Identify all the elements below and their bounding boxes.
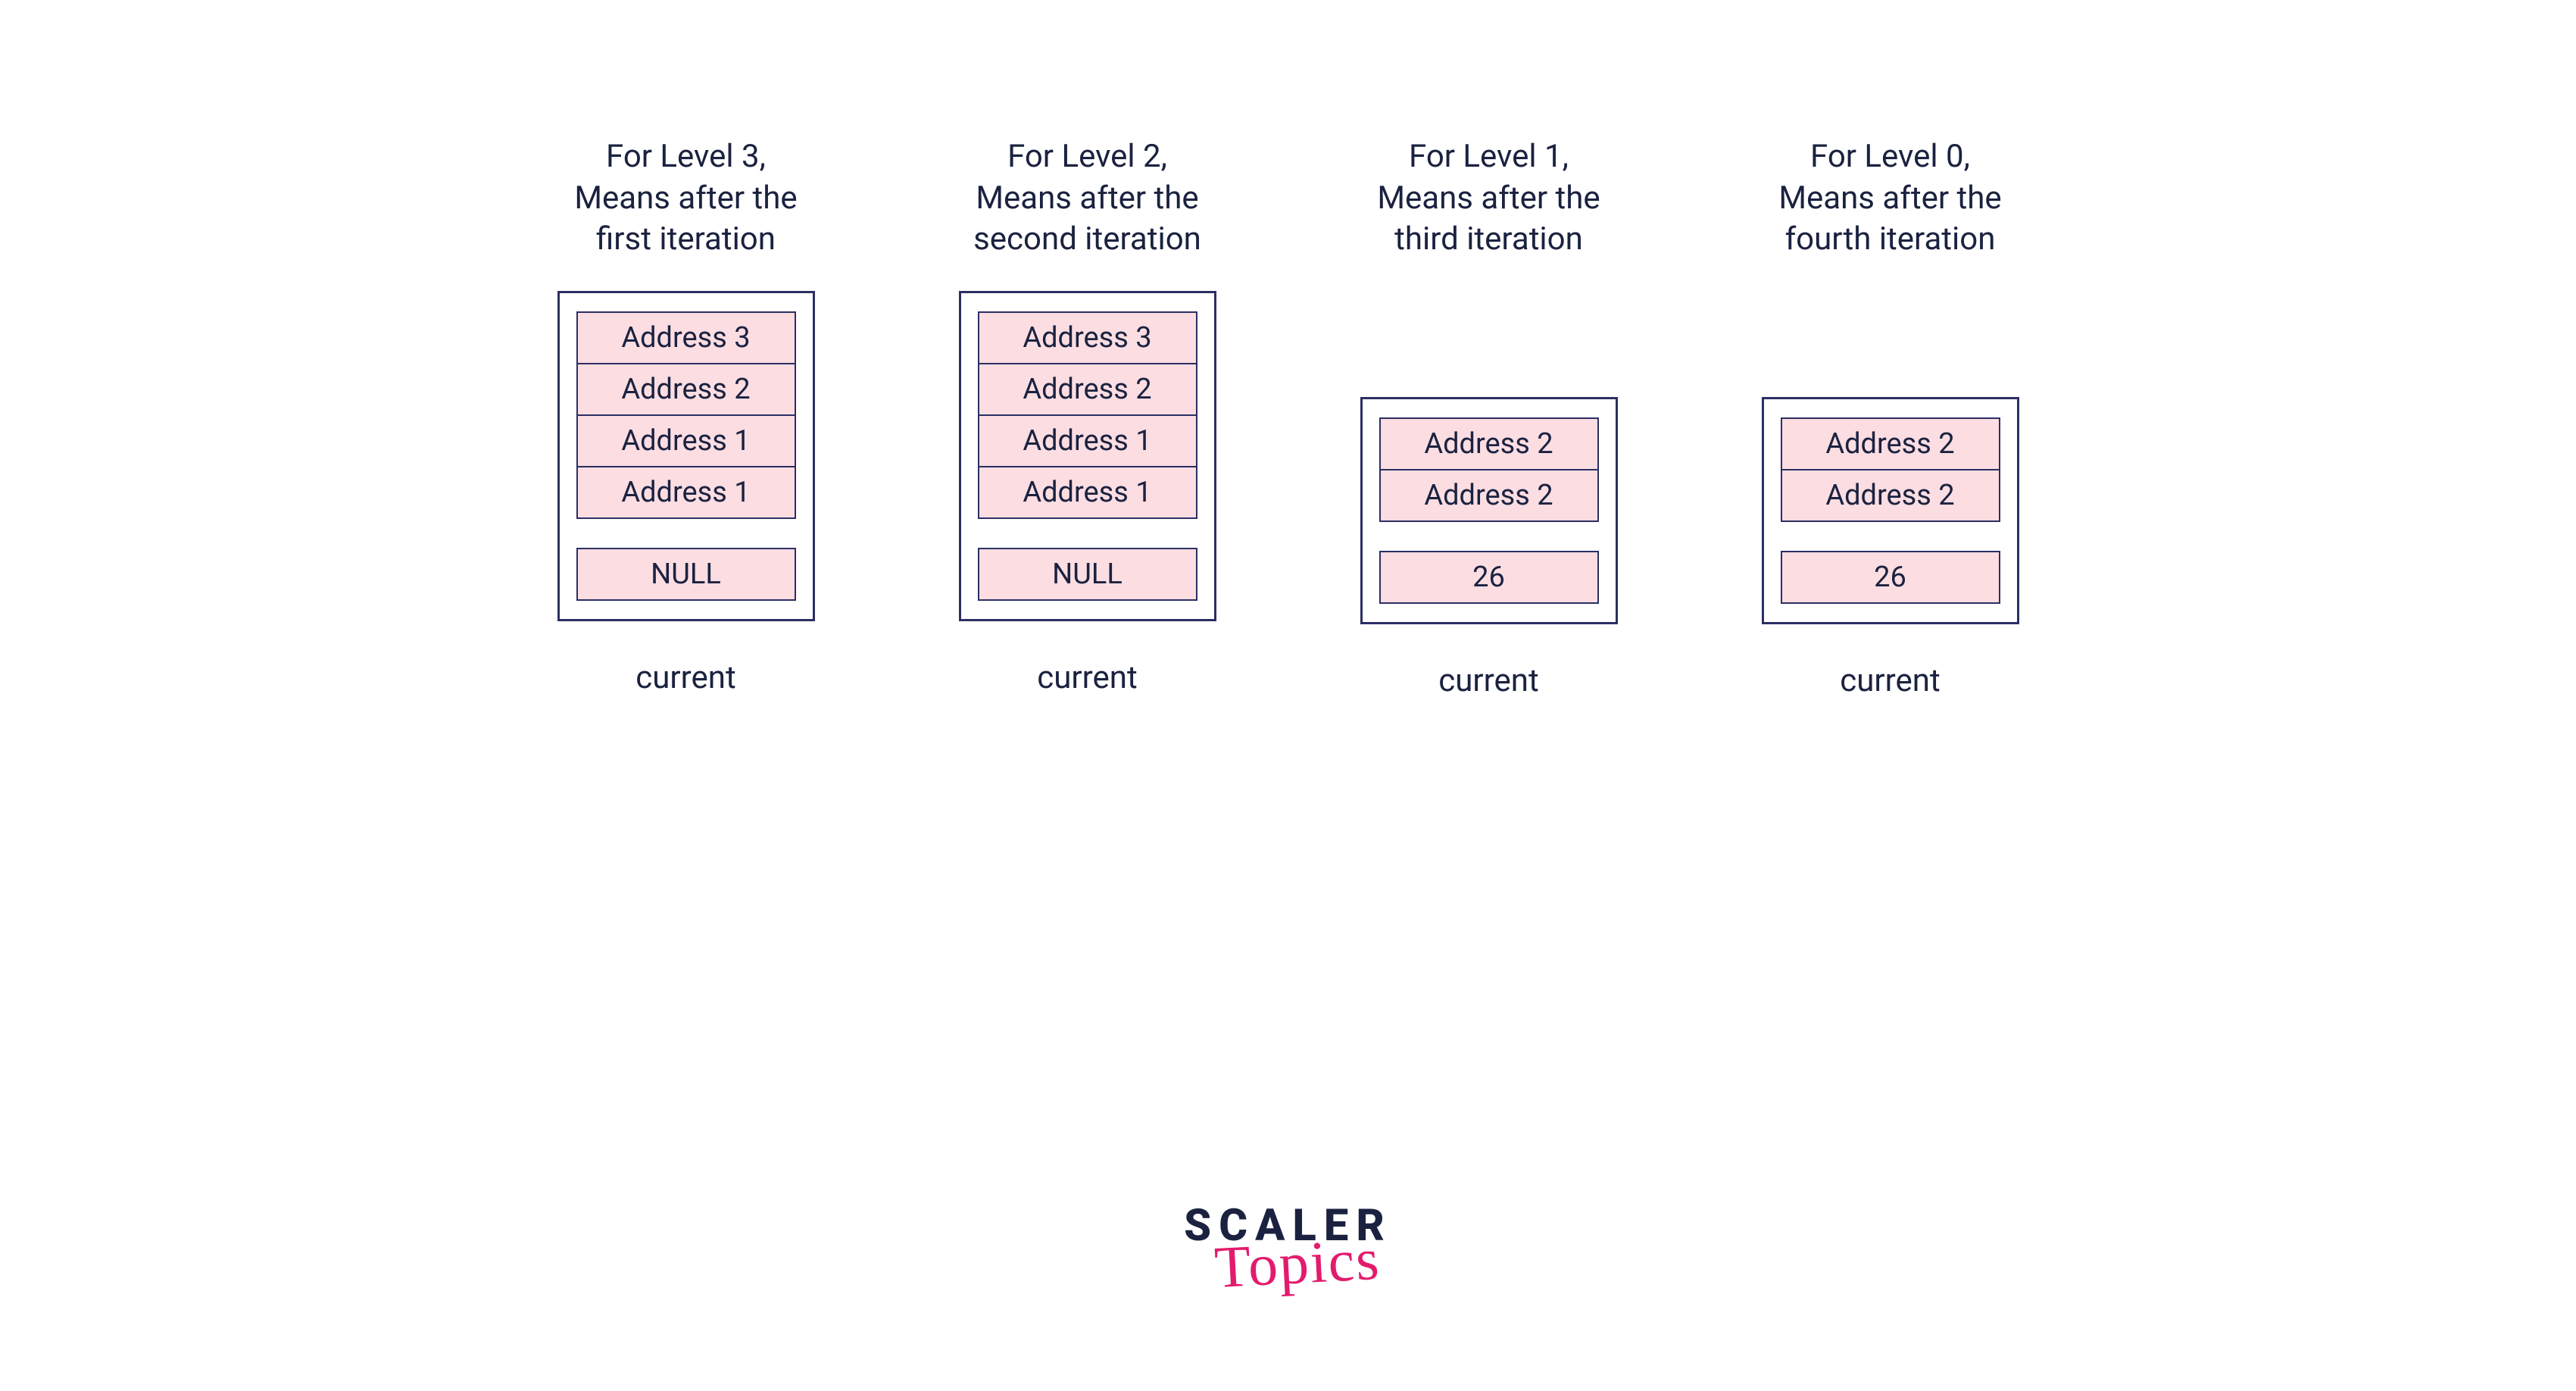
value-cell: 26: [1379, 551, 1599, 604]
address-cell: Address 2: [576, 363, 796, 416]
address-cell: Address 1: [978, 414, 1197, 467]
column-header: For Level 1, Means after the third itera…: [1377, 136, 1600, 261]
node-box: Address 2 Address 2 26: [1762, 397, 2019, 624]
address-cell: Address 2: [1379, 469, 1599, 522]
column-header: For Level 0, Means after the fourth iter…: [1778, 136, 2001, 261]
address-cell: Address 1: [576, 414, 796, 467]
address-cell: Address 3: [576, 311, 796, 364]
node-box: Address 2 Address 2 26: [1360, 397, 1618, 624]
node-box: Address 3 Address 2 Address 1 Address 1 …: [959, 291, 1216, 621]
logo-sub-text: Topics: [1192, 1238, 1402, 1290]
scaler-topics-logo: SCALER Topics: [1184, 1204, 1392, 1285]
address-cell: Address 2: [1781, 469, 2000, 522]
column-footer: current: [1037, 659, 1137, 696]
column-level-1: For Level 1, Means after the third itera…: [1338, 136, 1641, 699]
address-cell: Address 1: [978, 466, 1197, 519]
column-header: For Level 2, Means after the second iter…: [973, 136, 1201, 261]
address-cell: Address 2: [978, 363, 1197, 416]
column-level-0: For Level 0, Means after the fourth iter…: [1739, 136, 2042, 699]
value-cell: NULL: [978, 548, 1197, 601]
address-cell: Address 2: [1379, 417, 1599, 470]
diagram-container: For Level 3, Means after the first itera…: [0, 0, 2576, 699]
column-header: For Level 3, Means after the first itera…: [574, 136, 797, 261]
value-cell: 26: [1781, 551, 2000, 604]
column-footer: current: [1438, 662, 1538, 699]
address-cell: Address 1: [576, 466, 796, 519]
address-cell: Address 3: [978, 311, 1197, 364]
value-cell: NULL: [576, 548, 796, 601]
column-level-3: For Level 3, Means after the first itera…: [535, 136, 838, 696]
column-level-2: For Level 2, Means after the second iter…: [936, 136, 1239, 696]
column-footer: current: [635, 659, 735, 696]
column-footer: current: [1840, 662, 1940, 699]
node-box: Address 3 Address 2 Address 1 Address 1 …: [557, 291, 815, 621]
address-cell: Address 2: [1781, 417, 2000, 470]
